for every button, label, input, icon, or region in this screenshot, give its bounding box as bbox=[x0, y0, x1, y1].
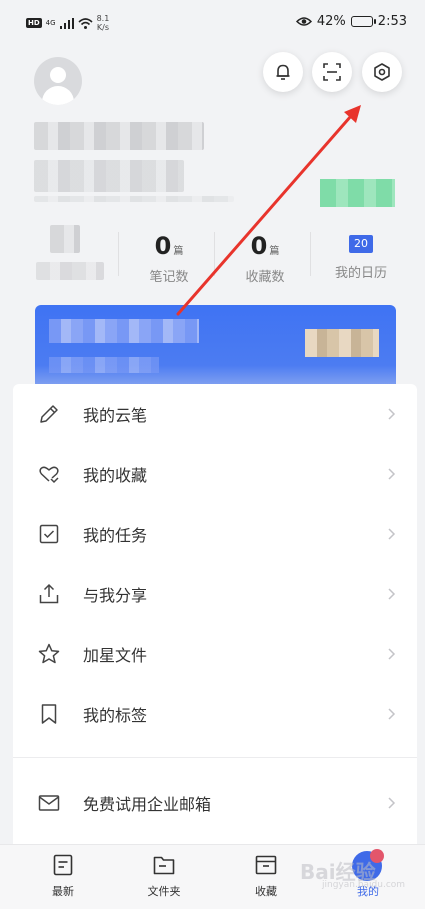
wifi-icon bbox=[78, 17, 93, 29]
calendar-icon: 20 bbox=[349, 235, 373, 253]
chevron-right-icon bbox=[388, 408, 396, 420]
settings-button[interactable] bbox=[362, 52, 402, 92]
menu-item-my-tasks[interactable]: 我的任务 bbox=[13, 504, 417, 564]
signal-icon bbox=[59, 17, 74, 29]
stat-notes[interactable]: 0篇 笔记数 bbox=[124, 232, 214, 285]
menu-item-my-notes[interactable]: 我的云笔 bbox=[13, 384, 417, 444]
chevron-right-icon bbox=[388, 648, 396, 660]
nav-folders[interactable]: 文件夹 bbox=[134, 853, 194, 899]
battery-icon bbox=[350, 16, 376, 27]
menu-item-label: 与我分享 bbox=[83, 586, 148, 605]
bell-icon bbox=[276, 64, 290, 80]
user-info-line-blurred bbox=[34, 196, 234, 202]
vip-banner[interactable] bbox=[35, 305, 396, 391]
clock: 2:53 bbox=[377, 14, 407, 29]
mail-icon bbox=[38, 795, 60, 811]
settings-hexagon-icon bbox=[374, 63, 390, 81]
status-bar: HD 4G 8.1 K/s 42% 2:53 bbox=[0, 0, 425, 46]
scan-icon bbox=[323, 63, 341, 81]
stat-favorites[interactable]: 0篇 收藏数 bbox=[220, 232, 310, 285]
network-speed: 8.1 K/s bbox=[97, 14, 110, 32]
star-icon bbox=[38, 643, 60, 664]
stat-favorites-label: 收藏数 bbox=[245, 270, 285, 285]
banner-subtitle-blurred bbox=[49, 357, 159, 373]
scan-button[interactable] bbox=[312, 52, 352, 92]
stat-calendar-label: 我的日历 bbox=[334, 266, 387, 281]
stat-divider bbox=[214, 232, 215, 276]
banner-title-blurred bbox=[49, 319, 199, 343]
signal-label: 4G bbox=[45, 19, 56, 27]
stat-favorites-unit: 篇 bbox=[269, 246, 280, 257]
eye-icon bbox=[295, 17, 312, 26]
stat-notes-label: 笔记数 bbox=[149, 270, 189, 285]
status-left: HD 4G 8.1 K/s bbox=[26, 14, 109, 32]
username-blurred bbox=[34, 122, 204, 150]
stat-favorites-value: 0 bbox=[250, 232, 268, 260]
menu-item-my-favorites[interactable]: 我的收藏 bbox=[13, 444, 417, 504]
stat-divider bbox=[118, 232, 119, 276]
chevron-right-icon bbox=[388, 797, 396, 809]
archive-box-icon bbox=[255, 855, 277, 875]
menu-item-label: 我的任务 bbox=[83, 526, 148, 545]
speed-value: 8.1 bbox=[96, 14, 110, 23]
speed-unit: K/s bbox=[96, 23, 109, 32]
nav-label: 文件夹 bbox=[147, 885, 181, 898]
notification-button[interactable] bbox=[263, 52, 303, 92]
bookmark-icon bbox=[41, 704, 57, 724]
menu-card: 我的云笔 我的收藏 我的任务 与我分享 加星文件 我的标签 免费试用企业邮箱 bbox=[13, 384, 417, 844]
vip-badge-blurred bbox=[320, 179, 395, 207]
chevron-right-icon bbox=[388, 468, 396, 480]
nav-favorites[interactable]: 收藏 bbox=[236, 853, 296, 899]
banner-button-blurred bbox=[305, 329, 379, 357]
nav-latest[interactable]: 最新 bbox=[33, 853, 93, 899]
menu-item-shared-with-me[interactable]: 与我分享 bbox=[13, 564, 417, 624]
menu-divider bbox=[13, 757, 417, 758]
user-info-blurred bbox=[34, 160, 184, 192]
avatar[interactable] bbox=[34, 57, 82, 105]
menu-item-label: 加星文件 bbox=[83, 646, 148, 665]
stat-calendar[interactable]: 20 我的日历 bbox=[316, 232, 406, 281]
chevron-right-icon bbox=[388, 708, 396, 720]
menu-item-enterprise-mail-trial[interactable]: 免费试用企业邮箱 bbox=[13, 773, 417, 833]
stat-notes-value: 0 bbox=[154, 232, 172, 260]
stat-notes-unit: 篇 bbox=[173, 246, 184, 257]
avatar-body bbox=[42, 86, 74, 105]
menu-item-my-tags[interactable]: 我的标签 bbox=[13, 684, 417, 744]
nav-label: 最新 bbox=[52, 885, 74, 898]
watermark-sub: jingyan.baidu.com bbox=[322, 880, 406, 890]
battery-percent: 42% bbox=[316, 14, 346, 29]
status-right: 42% 2:53 bbox=[295, 14, 407, 29]
checkbox-icon bbox=[39, 524, 59, 544]
menu-item-label: 我的收藏 bbox=[83, 466, 148, 485]
folder-icon bbox=[153, 856, 175, 875]
level-label-blurred bbox=[36, 262, 104, 280]
hd-indicator: HD bbox=[26, 18, 42, 28]
avatar-head bbox=[50, 67, 66, 83]
heart-icon bbox=[39, 466, 59, 484]
menu-item-starred-files[interactable]: 加星文件 bbox=[13, 624, 417, 684]
stat-divider bbox=[310, 232, 311, 276]
menu-item-label: 我的云笔 bbox=[83, 406, 148, 425]
share-upload-icon bbox=[39, 583, 59, 604]
menu-item-label: 我的标签 bbox=[83, 706, 148, 725]
menu-item-label: 免费试用企业邮箱 bbox=[83, 795, 212, 814]
pencil-icon bbox=[40, 405, 58, 423]
chevron-right-icon bbox=[388, 528, 396, 540]
chevron-right-icon bbox=[388, 588, 396, 600]
nav-label: 收藏 bbox=[255, 885, 277, 898]
document-icon bbox=[53, 854, 73, 876]
level-icon-blurred bbox=[50, 225, 80, 253]
